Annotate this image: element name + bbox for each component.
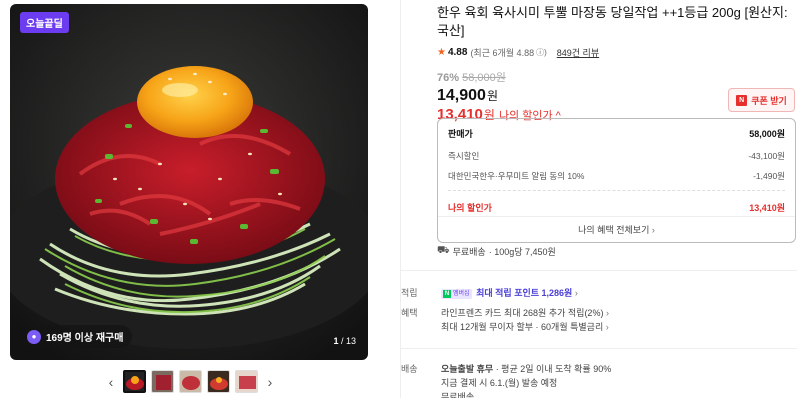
- price-row-value: -43,100원: [748, 151, 785, 161]
- max-points-link[interactable]: 최대 적립 포인트 1,286원: [476, 288, 572, 298]
- coupon-button[interactable]: N 쿠폰 받기: [728, 88, 795, 112]
- rebuy-text: 169명 이상 재구매: [46, 333, 124, 344]
- benefit-installment-text: 최대 12개월 무이자 할부 · 60개월 특별금리: [441, 322, 604, 332]
- shipping-row: ⛟ 무료배송 · 100g당 7,450원: [437, 245, 556, 258]
- benefit-card-text: 라인프렌즈 카드 최대 268원 추가 적립(2%): [441, 308, 604, 318]
- chevron-left-icon[interactable]: ‹: [104, 374, 118, 390]
- chevron-right-icon[interactable]: ›: [263, 374, 277, 390]
- price-row-instant-discount: 즉시할인 -43,100원: [448, 150, 785, 162]
- chevron-right-icon: ›: [603, 308, 609, 318]
- price-row-label: 판매가: [448, 129, 473, 139]
- delivery-probability: · 평균 2일 이내 도착 확률 90%: [493, 364, 612, 374]
- price-row-value: 13,410원: [749, 203, 785, 213]
- original-price: 58,000원: [462, 72, 506, 84]
- yukhoe-photo: [10, 4, 368, 360]
- price-unit: 원: [486, 89, 498, 103]
- image-page-counter: 1 / 13: [333, 336, 356, 346]
- thumbnail[interactable]: [179, 370, 202, 393]
- rating-score: 4.88: [447, 47, 468, 58]
- delivery-line-1: 오늘출발 휴무 · 평균 2일 이내 도착 확률 90%: [441, 362, 611, 376]
- thumbnail-image: [180, 371, 201, 392]
- shipping-label: 무료배송: [452, 247, 486, 257]
- divider: [401, 348, 797, 349]
- chevron-right-icon: ›: [574, 288, 578, 298]
- rating-detail: (최근 6개월 4.88: [470, 48, 535, 58]
- thumbnail-image: [152, 371, 173, 392]
- benefit-card-line[interactable]: 라인프렌즈 카드 최대 268원 추가 적립(2%) ›: [441, 306, 609, 320]
- delivery-body: 오늘출발 휴무 · 평균 2일 이내 도착 확률 90% 지금 결제 시 6.1…: [441, 362, 611, 398]
- thumbnail-image: [208, 371, 229, 392]
- product-main-image[interactable]: 오늘끝딜 ● 169명 이상 재구매 1 / 13: [10, 4, 368, 360]
- price-row-label: 나의 할인가: [448, 203, 492, 213]
- review-count-link[interactable]: 849건 리뷰: [557, 46, 599, 59]
- thumbnail[interactable]: [151, 370, 174, 393]
- info-icon[interactable]: ⓘ): [536, 47, 547, 58]
- delivery-status: 오늘출발 휴무: [441, 364, 494, 374]
- divider: [401, 270, 797, 271]
- points-label: 적립: [401, 288, 418, 298]
- price-row-mine: 나의 할인가 13,410원: [448, 201, 785, 214]
- thumbnail-image: [125, 372, 144, 391]
- price-row-label: 즉시할인: [448, 151, 480, 161]
- shipping-detail: · 100g당 7,450원: [488, 247, 556, 257]
- naver-n-icon: N: [443, 289, 451, 298]
- thumbnail[interactable]: [235, 370, 258, 393]
- column-divider: [400, 0, 401, 398]
- all-benefits-label: 나의 혜택 전체보기: [578, 225, 650, 235]
- delivery-label: 배송: [401, 364, 418, 374]
- rating-row: ★ 4.88 (최근 6개월 4.88 ⓘ) 849건 리뷰: [437, 46, 797, 59]
- sale-price: 14,900: [437, 87, 486, 104]
- price-row-notify-discount: 대한민국한우·우무미트 알림 동의 10% -1,490원: [448, 170, 785, 182]
- delivery-line-2: 지금 결제 시 6.1.(월) 발송 예정: [441, 378, 558, 388]
- membership-badge: N 멤버십: [441, 288, 472, 299]
- price-breakdown-box: 판매가 58,000원 즉시할인 -43,100원 대한민국한우·우무미트 알림…: [437, 118, 796, 243]
- points-section: 적립 N 멤버십 최대 적립 포인트 1,286원 ›: [401, 286, 578, 300]
- all-benefits-link[interactable]: 나의 혜택 전체보기 ›: [438, 216, 795, 242]
- product-info: 한우 육회 육사시미 투뿔 마장동 당일작업 ++1등급 200g [원산지: …: [401, 4, 797, 398]
- rebuy-badge: ● 169명 이상 재구매: [22, 325, 133, 348]
- star-icon: ★: [437, 47, 446, 58]
- points-body[interactable]: N 멤버십 최대 적립 포인트 1,286원 ›: [441, 286, 578, 300]
- thumbnail-image: [236, 371, 257, 392]
- benefit-installment-line[interactable]: 최대 12개월 무이자 할부 · 60개월 특별금리 ›: [441, 320, 609, 334]
- benefits-label: 혜택: [401, 308, 418, 318]
- price-row-list: 판매가 58,000원: [448, 127, 785, 140]
- coupon-label: 쿠폰 받기: [751, 95, 787, 106]
- chevron-right-icon: ›: [603, 322, 609, 332]
- naver-n-icon: N: [736, 94, 748, 106]
- page-total: / 13: [340, 336, 356, 346]
- thumbnail[interactable]: [207, 370, 230, 393]
- discount-row: 76% 58,000원: [437, 69, 797, 85]
- delivery-section: 배송 오늘출발 휴무 · 평균 2일 이내 도착 확률 90% 지금 결제 시 …: [401, 362, 611, 398]
- price-row-label: 대한민국한우·우무미트 알림 동의 10%: [448, 171, 585, 181]
- today-deal-badge: 오늘끝딜: [20, 12, 69, 33]
- membership-badge-text: 멤버십: [453, 290, 470, 297]
- page-current: 1: [333, 336, 339, 346]
- thumbnail-strip: ‹ ›: [104, 370, 277, 393]
- user-icon: ●: [27, 329, 41, 344]
- price-row-value: 58,000원: [749, 129, 785, 139]
- truck-icon: ⛟: [437, 245, 450, 256]
- price-row-value: -1,490원: [753, 171, 785, 181]
- discount-percent: 76%: [437, 72, 460, 84]
- thumbnail[interactable]: [123, 370, 146, 393]
- chevron-right-icon: ›: [649, 224, 655, 235]
- product-title: 한우 육회 육사시미 투뿔 마장동 당일작업 ++1등급 200g [원산지: …: [437, 5, 788, 38]
- divider: [448, 190, 785, 191]
- benefits-body: 라인프렌즈 카드 최대 268원 추가 적립(2%) › 최대 12개월 무이자…: [441, 306, 609, 334]
- benefits-section: 혜택 라인프렌즈 카드 최대 268원 추가 적립(2%) › 최대 12개월 …: [401, 306, 609, 334]
- delivery-line-3: 무료배송: [441, 392, 475, 398]
